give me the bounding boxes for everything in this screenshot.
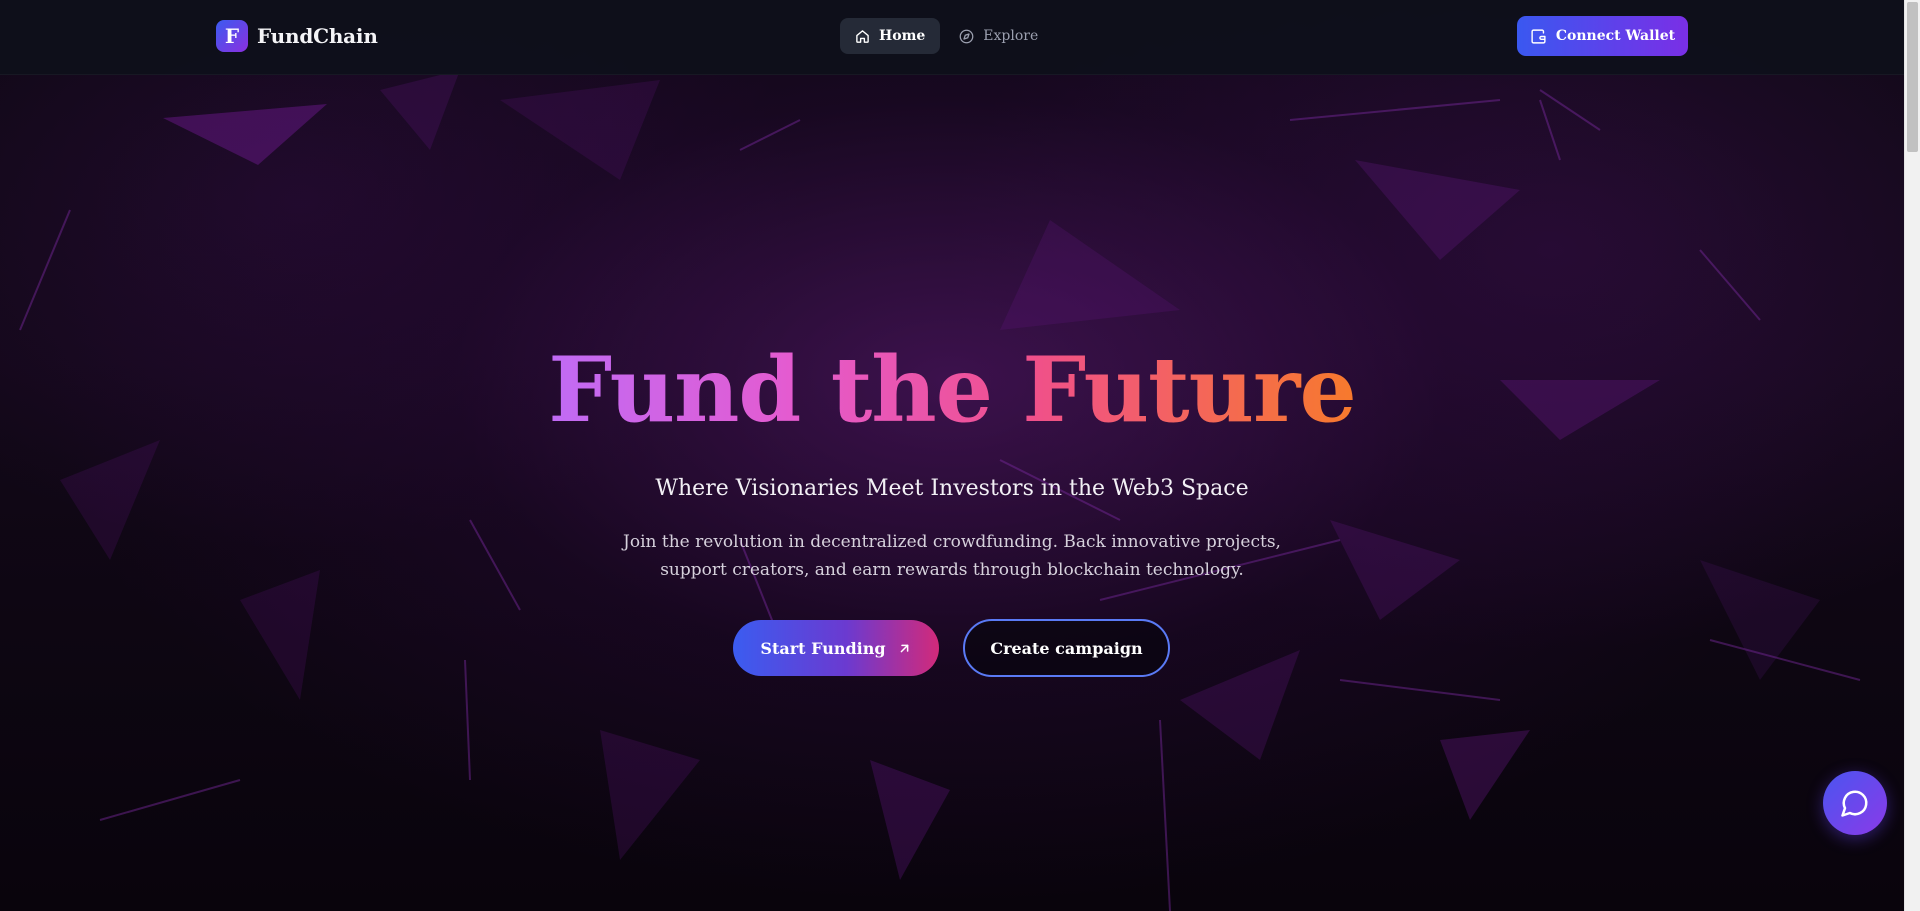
nav-home-label: Home [879, 28, 926, 44]
nav-explore-label: Explore [983, 28, 1039, 44]
background-shards [19, 70, 1861, 911]
brand-name: FundChain [257, 24, 378, 48]
create-campaign-button[interactable]: Create campaign [963, 619, 1170, 677]
top-navbar: F FundChain Home Explore Connect Wallet [0, 0, 1904, 75]
hero-subtitle: Where Visionaries Meet Investors in the … [655, 476, 1249, 501]
create-campaign-label: Create campaign [990, 638, 1143, 658]
page: F FundChain Home Explore Connect Wallet … [0, 0, 1920, 911]
hero-background [0, 0, 1904, 911]
nav-home[interactable]: Home [840, 18, 941, 54]
hero-description-line-1: Join the revolution in decentralized cro… [623, 532, 1281, 552]
brand-logo: F [216, 20, 248, 52]
hero-description: Join the revolution in decentralized cro… [602, 528, 1302, 584]
connect-wallet-button[interactable]: Connect Wallet [1517, 16, 1688, 56]
chat-button[interactable] [1823, 771, 1887, 835]
start-funding-label: Start Funding [760, 638, 886, 658]
home-icon [856, 29, 869, 43]
main-nav: Home Explore [840, 18, 1057, 54]
chat-bubble-icon [1841, 790, 1868, 817]
hero-title: Fund the Future [0, 335, 1904, 445]
connect-wallet-label: Connect Wallet [1555, 28, 1676, 44]
hero-title-text: Fund the Future [548, 337, 1356, 443]
brand[interactable]: F FundChain [216, 20, 378, 52]
hero-description-line-2: support creators, and earn rewards throu… [660, 560, 1244, 580]
compass-icon [959, 29, 974, 43]
nav-explore[interactable]: Explore [944, 18, 1053, 54]
wallet-icon [1531, 28, 1546, 44]
page-scrollbar[interactable] [1904, 0, 1920, 911]
start-funding-button[interactable]: Start Funding [733, 620, 939, 676]
arrow-up-right-icon [900, 644, 908, 652]
scrollbar-thumb[interactable] [1907, 2, 1918, 152]
